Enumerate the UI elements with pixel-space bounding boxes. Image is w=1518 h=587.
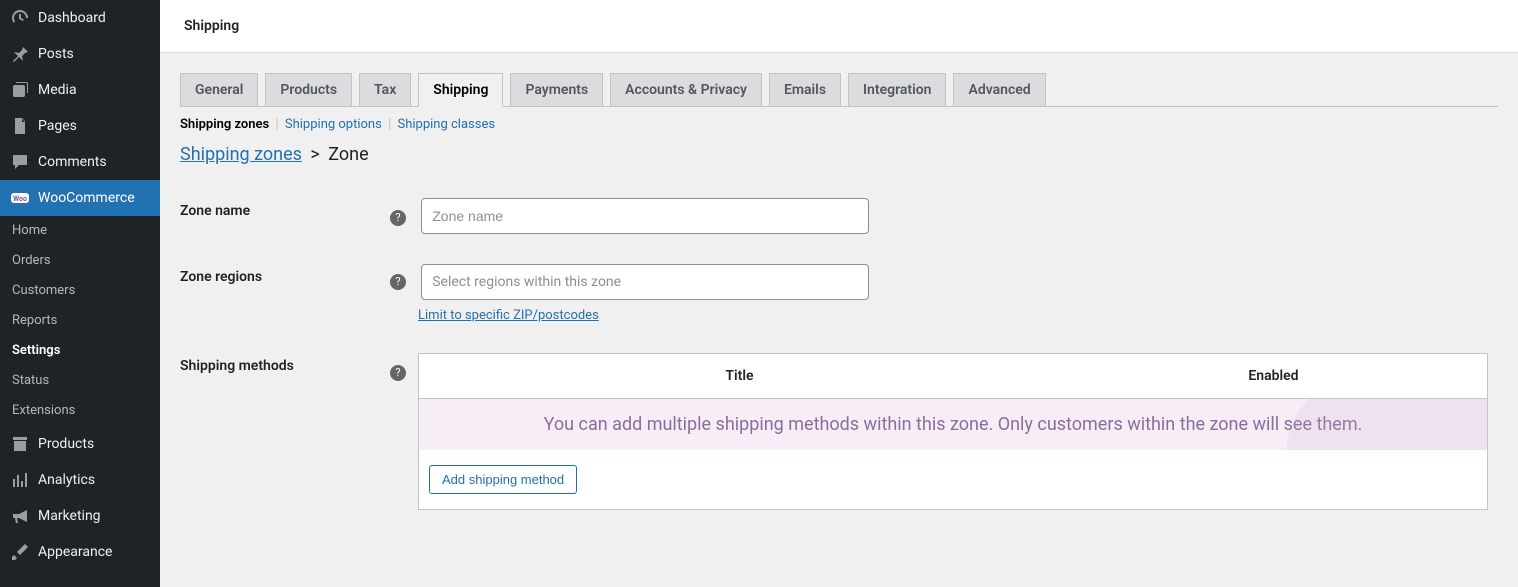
sidebar-item-label: Pages: [38, 118, 77, 134]
subtab-shipping-classes[interactable]: Shipping classes: [397, 117, 495, 132]
subtab-shipping-options[interactable]: Shipping options: [285, 117, 382, 132]
help-icon[interactable]: [390, 274, 406, 290]
sidebar-item-posts[interactable]: Posts: [0, 36, 160, 72]
zone-regions-label: Zone regions: [180, 249, 380, 338]
sidebar-item-label: WooCommerce: [38, 190, 135, 206]
tab-integration[interactable]: Integration: [848, 73, 946, 106]
sidebar-item-analytics[interactable]: Analytics: [0, 462, 160, 498]
sidebar-item-label: Media: [38, 82, 77, 98]
col-title: Title: [419, 354, 1060, 399]
sidebar-subitem-orders[interactable]: Orders: [0, 246, 160, 276]
help-icon[interactable]: [390, 210, 406, 226]
tab-tax[interactable]: Tax: [359, 73, 411, 106]
sidebar-subitem-status[interactable]: Status: [0, 366, 160, 396]
subtab-shipping-zones[interactable]: Shipping zones: [180, 117, 269, 132]
shipping-methods-empty-message: You can add multiple shipping methods wi…: [419, 399, 1488, 451]
sidebar-subitem-home[interactable]: Home: [0, 216, 160, 246]
sidebar-subitem-customers[interactable]: Customers: [0, 276, 160, 306]
zone-name-label: Zone name: [180, 183, 380, 249]
brush-icon: [10, 542, 30, 562]
breadcrumb-link-shipping-zones[interactable]: Shipping zones: [180, 144, 302, 165]
sidebar-item-label: Analytics: [38, 472, 95, 488]
col-enabled: Enabled: [1060, 354, 1488, 399]
sidebar-item-comments[interactable]: Comments: [0, 144, 160, 180]
zone-regions-select[interactable]: Select regions within this zone: [421, 264, 869, 300]
comment-icon: [10, 152, 30, 172]
sidebar-item-dashboard[interactable]: Dashboard: [0, 0, 160, 36]
svg-text:Woo: Woo: [13, 195, 27, 203]
tab-payments[interactable]: Payments: [510, 73, 603, 106]
shipping-methods-label: Shipping methods: [180, 338, 380, 525]
sidebar-subitem-extensions[interactable]: Extensions: [0, 396, 160, 426]
sidebar-item-marketing[interactable]: Marketing: [0, 498, 160, 534]
page-header-title: Shipping: [184, 18, 239, 34]
sidebar-item-media[interactable]: Media: [0, 72, 160, 108]
pin-icon: [10, 44, 30, 64]
sidebar-item-products[interactable]: Products: [0, 426, 160, 462]
shipping-methods-table: Title Enabled You can add multiple shipp…: [418, 353, 1488, 510]
breadcrumb: Shipping zones > Zone: [180, 144, 1498, 165]
page-icon: [10, 116, 30, 136]
sidebar-subitem-reports[interactable]: Reports: [0, 306, 160, 336]
sidebar-item-appearance[interactable]: Appearance: [0, 534, 160, 570]
admin-sidebar: Dashboard Posts Media Pages Comments Woo…: [0, 0, 160, 587]
megaphone-icon: [10, 506, 30, 526]
tab-emails[interactable]: Emails: [769, 73, 841, 106]
tab-shipping[interactable]: Shipping: [418, 73, 503, 107]
breadcrumb-current: Zone: [328, 144, 368, 165]
settings-tabs: General Products Tax Shipping Payments A…: [180, 73, 1498, 107]
tab-general[interactable]: General: [180, 73, 258, 106]
sidebar-item-label: Marketing: [38, 508, 101, 524]
sidebar-item-pages[interactable]: Pages: [0, 108, 160, 144]
media-icon: [10, 80, 30, 100]
sidebar-item-label: Posts: [38, 46, 74, 62]
zone-regions-placeholder: Select regions within this zone: [432, 274, 858, 290]
sidebar-item-label: Appearance: [38, 544, 112, 560]
sidebar-item-label: Products: [38, 436, 94, 452]
main-content: Shipping General Products Tax Shipping P…: [160, 0, 1518, 587]
tab-advanced[interactable]: Advanced: [953, 73, 1045, 106]
add-shipping-method-button[interactable]: Add shipping method: [429, 465, 577, 494]
sidebar-item-label: Comments: [38, 154, 107, 170]
help-icon[interactable]: [390, 365, 406, 381]
chart-icon: [10, 470, 30, 490]
archive-icon: [10, 434, 30, 454]
limit-zip-link[interactable]: Limit to specific ZIP/postcodes: [418, 308, 599, 323]
page-header: Shipping: [160, 0, 1518, 53]
sidebar-item-label: Dashboard: [38, 10, 106, 26]
tab-products[interactable]: Products: [265, 73, 352, 106]
woocommerce-icon: Woo: [10, 188, 30, 208]
dashboard-icon: [10, 8, 30, 28]
sidebar-subitem-settings[interactable]: Settings: [0, 336, 160, 366]
tab-accounts-privacy[interactable]: Accounts & Privacy: [610, 73, 762, 106]
zone-name-input[interactable]: [421, 198, 869, 234]
sub-tabs: Shipping zones | Shipping options | Ship…: [180, 117, 1498, 132]
sidebar-item-woocommerce[interactable]: Woo WooCommerce: [0, 180, 160, 216]
